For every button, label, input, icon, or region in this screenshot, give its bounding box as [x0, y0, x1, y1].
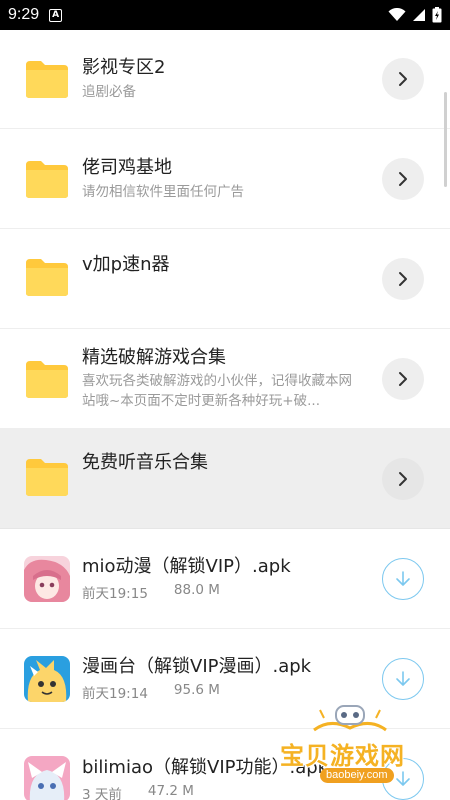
open-folder-button[interactable]	[382, 157, 424, 200]
app-icon-manhuatai	[24, 655, 70, 702]
file-date: 3 天前	[82, 786, 122, 800]
open-folder-button[interactable]	[382, 257, 424, 300]
file-date: 前天19:15	[82, 586, 148, 602]
file-size: 47.2 M	[147, 782, 194, 799]
wifi-icon	[388, 8, 406, 21]
folder-text: v加p速n器	[82, 253, 370, 277]
file-name: mio动漫（解锁VIP）.apk	[82, 556, 291, 577]
file-text: 漫画台（解锁VIP漫画）.apk 前天19:14 95.6 M	[82, 655, 370, 702]
file-size: 95.6 M	[173, 682, 220, 698]
chevron-right-icon	[399, 72, 407, 86]
folder-icon	[26, 160, 68, 198]
file-meta: 前天19:14 95.6 M	[82, 682, 370, 702]
folder-icon	[26, 61, 68, 98]
folder-text: 精选破解游戏合集 喜欢玩各类破解游戏的小伙伴，记得收藏本网 站哦~本页面不定时更…	[82, 346, 384, 411]
item-title: 影视专区2	[82, 57, 166, 78]
app-icon-mio	[24, 555, 70, 602]
folder-row-4[interactable]: 免费听音乐合集	[0, 429, 450, 529]
item-title: v加p速n器	[82, 254, 170, 275]
open-folder-button[interactable]	[382, 457, 424, 500]
open-folder-button[interactable]	[382, 58, 424, 100]
scrollbar[interactable]	[444, 92, 447, 187]
folder-row-2[interactable]: v加p速n器	[0, 229, 450, 329]
watermark-text: 宝贝游戏网	[280, 742, 405, 770]
status-time: 9:29	[8, 6, 40, 23]
watermark-url: baobeiy.com	[320, 768, 394, 783]
download-button[interactable]	[382, 557, 424, 600]
folder-row-1[interactable]: 佬司鸡基地 请勿相信软件里面任何广告	[0, 129, 450, 229]
signal-icon	[413, 9, 425, 21]
file-date: 前天19:14	[82, 686, 148, 702]
status-bar: 9:29 A	[0, 0, 450, 30]
file-meta: 前天19:15 88.0 M	[82, 582, 370, 602]
chevron-right-icon	[399, 471, 407, 486]
item-title: 佬司鸡基地	[82, 156, 172, 178]
item-subtitle: 请勿相信软件里面任何广告	[82, 183, 244, 200]
folder-text: 影视专区2 追剧必备	[82, 56, 370, 102]
folder-row-0[interactable]: 影视专区2 追剧必备	[0, 30, 450, 129]
folder-icon	[26, 259, 68, 296]
folder-text: 免费听音乐合集	[82, 451, 370, 475]
file-list: 影视专区2 追剧必备 佬司鸡基地 请勿相信软件里面任何广告 v加p速n器 精选破…	[0, 30, 450, 800]
item-subtitle: 追剧必备	[82, 84, 136, 100]
item-title: 免费听音乐合集	[82, 452, 208, 473]
download-icon	[396, 670, 410, 686]
chevron-right-icon	[399, 171, 407, 186]
item-subtitle-line-2: 站哦~本页面不定时更新各种好玩+破...	[82, 393, 320, 409]
folder-icon	[26, 459, 68, 496]
open-folder-button[interactable]	[382, 357, 424, 400]
file-text: mio动漫（解锁VIP）.apk 前天19:15 88.0 M	[82, 555, 370, 602]
folder-text: 佬司鸡基地 请勿相信软件里面任何广告	[82, 156, 370, 202]
folder-row-3[interactable]: 精选破解游戏合集 喜欢玩各类破解游戏的小伙伴，记得收藏本网 站哦~本页面不定时更…	[0, 329, 450, 429]
chevron-right-icon	[399, 271, 407, 286]
battery-charging-icon	[432, 7, 442, 23]
a-box-icon: A	[49, 8, 63, 22]
item-subtitle-line-1: 喜欢玩各类破解游戏的小伙伴，记得收藏本网	[82, 373, 352, 389]
status-icons	[388, 7, 442, 23]
file-size: 88.0 M	[173, 582, 220, 598]
item-title: 精选破解游戏合集	[82, 347, 226, 368]
download-button[interactable]	[382, 657, 424, 700]
download-icon	[396, 570, 410, 586]
folder-icon	[26, 360, 68, 398]
watermark: 宝贝游戏网 baobeiy.com	[272, 700, 450, 800]
file-row-0[interactable]: mio动漫（解锁VIP）.apk 前天19:15 88.0 M	[0, 529, 450, 629]
file-name: 漫画台（解锁VIP漫画）.apk	[82, 656, 312, 677]
chevron-right-icon	[399, 371, 407, 386]
app-icon-bilimiao	[24, 756, 70, 800]
